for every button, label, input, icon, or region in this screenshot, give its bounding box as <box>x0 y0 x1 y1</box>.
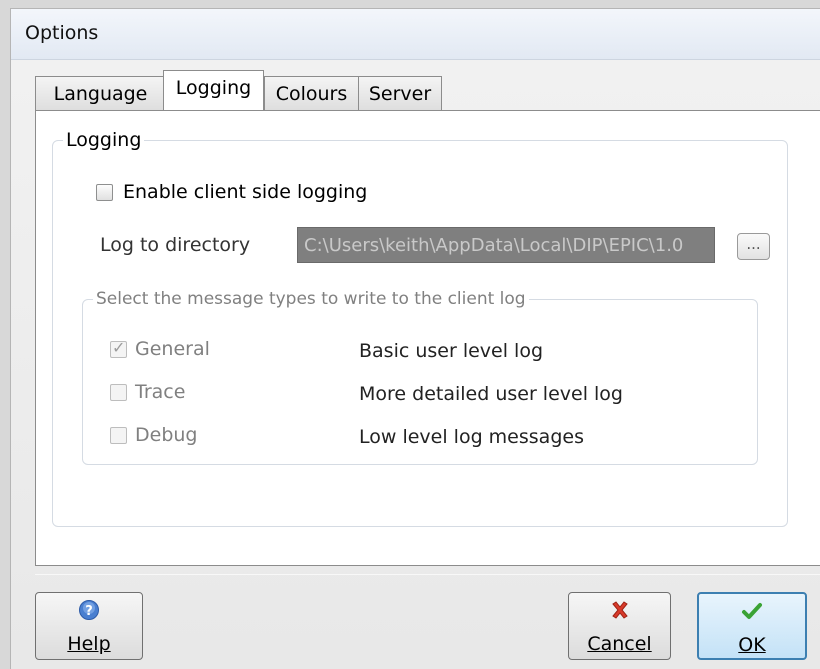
message-type-general-row[interactable]: ✓ General <box>110 338 210 360</box>
debug-description-text: Low level log messages <box>359 426 584 448</box>
help-label: Help <box>67 633 111 655</box>
title-bar[interactable]: Options <box>11 9 820 60</box>
trace-label: Trace <box>135 381 186 403</box>
browse-button[interactable]: ... <box>737 233 770 260</box>
options-window: Options Language Logging Colours Server … <box>10 8 820 669</box>
cancel-x-icon <box>569 599 670 627</box>
message-type-debug-row[interactable]: Debug <box>110 424 197 446</box>
tab-label: Language <box>53 83 148 105</box>
general-label: General <box>135 338 210 360</box>
logging-tab-panel: Logging Enable client side logging Log t… <box>35 110 820 566</box>
tab-language[interactable]: Language <box>35 76 166 110</box>
trace-description: More detailed user level log <box>359 383 623 405</box>
tab-logging[interactable]: Logging <box>163 70 264 110</box>
browse-button-label: ... <box>746 235 761 253</box>
enable-logging-label: Enable client side logging <box>123 181 368 203</box>
tab-colours[interactable]: Colours <box>264 76 359 110</box>
log-dir-label-text: Log to directory <box>100 234 251 256</box>
general-checkbox[interactable]: ✓ <box>110 338 127 358</box>
ok-button[interactable]: OK <box>697 592 807 660</box>
tab-label: Server <box>368 83 432 105</box>
debug-description: Low level log messages <box>359 426 584 448</box>
cancel-label: Cancel <box>587 633 652 655</box>
debug-checkbox[interactable] <box>110 426 127 444</box>
tab-server[interactable]: Server <box>358 76 442 110</box>
message-type-trace-row[interactable]: Trace <box>110 381 185 403</box>
log-directory-value: C:\Users\keith\AppData\Local\DIP\EPIC\1.… <box>304 235 684 256</box>
svg-text:?: ? <box>85 604 93 619</box>
cancel-button[interactable]: Cancel <box>568 592 671 660</box>
message-types-group-title: Select the message types to write to the… <box>96 289 526 309</box>
logging-group-title: Logging <box>66 129 142 151</box>
general-description: Basic user level log <box>359 340 543 362</box>
log-directory-field[interactable]: C:\Users\keith\AppData\Local\DIP\EPIC\1.… <box>297 227 715 263</box>
tab-label: Colours <box>275 83 348 105</box>
trace-description-text: More detailed user level log <box>359 383 623 405</box>
check-icon <box>699 600 805 628</box>
enable-logging-checkbox[interactable] <box>96 183 113 201</box>
enable-logging-row[interactable]: Enable client side logging <box>96 181 367 203</box>
window-title: Options <box>25 22 99 44</box>
help-button[interactable]: ? Help <box>35 592 143 660</box>
ok-label: OK <box>738 634 766 656</box>
help-icon: ? <box>36 599 142 627</box>
trace-checkbox[interactable] <box>110 383 127 401</box>
tab-label: Logging <box>175 77 252 99</box>
divider <box>35 574 820 575</box>
log-dir-label: Log to directory <box>100 234 250 256</box>
general-description-text: Basic user level log <box>359 340 544 362</box>
debug-label: Debug <box>135 424 198 446</box>
